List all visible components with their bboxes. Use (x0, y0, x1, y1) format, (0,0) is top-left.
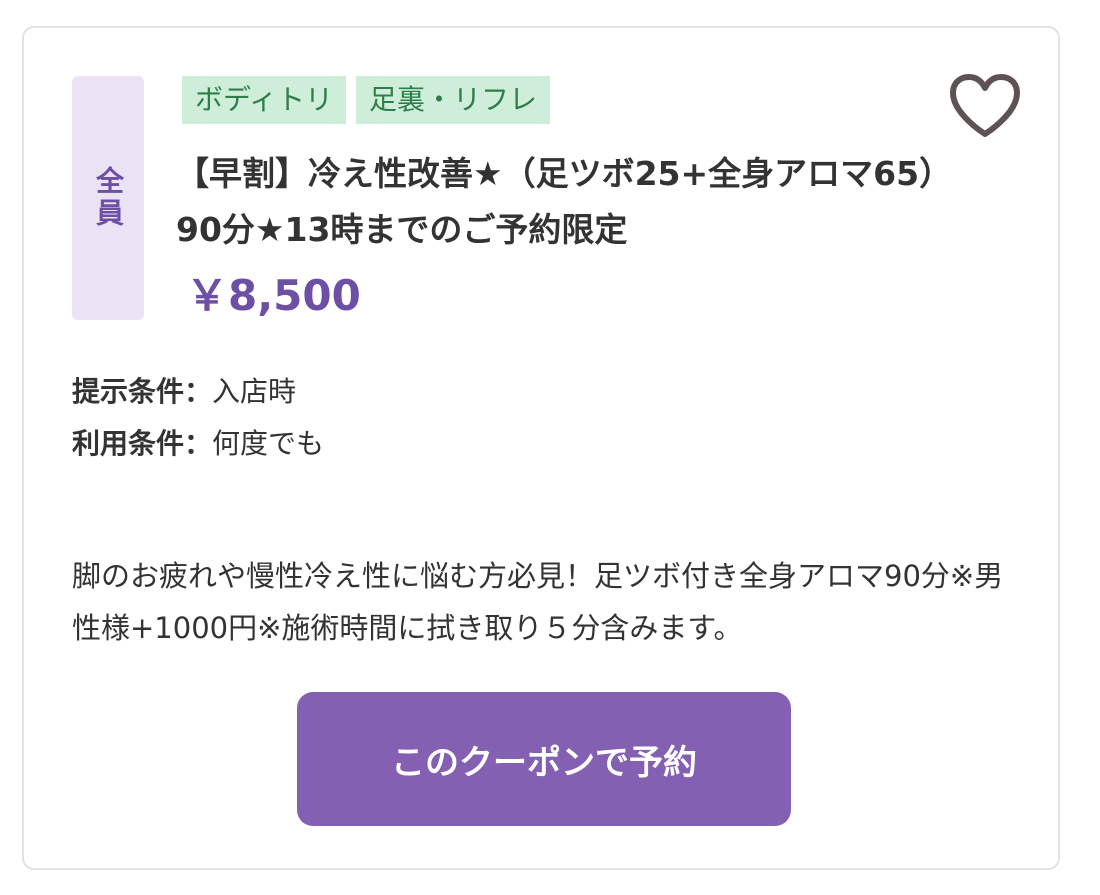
book-with-coupon-button[interactable]: このクーポンで予約 (297, 692, 791, 826)
presentation-condition: 提示条件：入店時 (72, 366, 324, 418)
member-badge: 全員 (72, 76, 144, 320)
condition-label: 利用条件： (72, 427, 213, 460)
condition-value: 何度でも (212, 427, 325, 460)
tag-foot-reflexology: 足裏・リフレ (356, 76, 551, 124)
condition-label: 提示条件： (72, 375, 213, 408)
condition-value: 入店時 (212, 375, 297, 408)
coupon-title: 【早割】冷え性改善★（足ツボ25+全身アロマ65）90分★13時までのご予約限定 (176, 154, 936, 249)
member-badge-label: 全員 (92, 166, 125, 230)
usage-condition: 利用条件：何度でも (72, 418, 324, 470)
category-tags: ボディトリ 足裏・リフレ (182, 76, 551, 124)
favorite-button[interactable] (948, 72, 1022, 140)
coupon-card: 全員 ボディトリ 足裏・リフレ 【早割】冷え性改善★（足ツボ25+全身アロマ65… (22, 26, 1060, 870)
coupon-conditions: 提示条件：入店時 利用条件：何度でも (72, 366, 324, 470)
coupon-price: ￥8,500 (186, 271, 361, 320)
heart-outline-icon (950, 74, 1020, 137)
tag-body-treatment: ボディトリ (182, 76, 347, 124)
coupon-description: 脚のお疲れや慢性冷え性に悩む方必見！足ツボ付き全身アロマ90分※男性様+1000… (72, 559, 1004, 645)
